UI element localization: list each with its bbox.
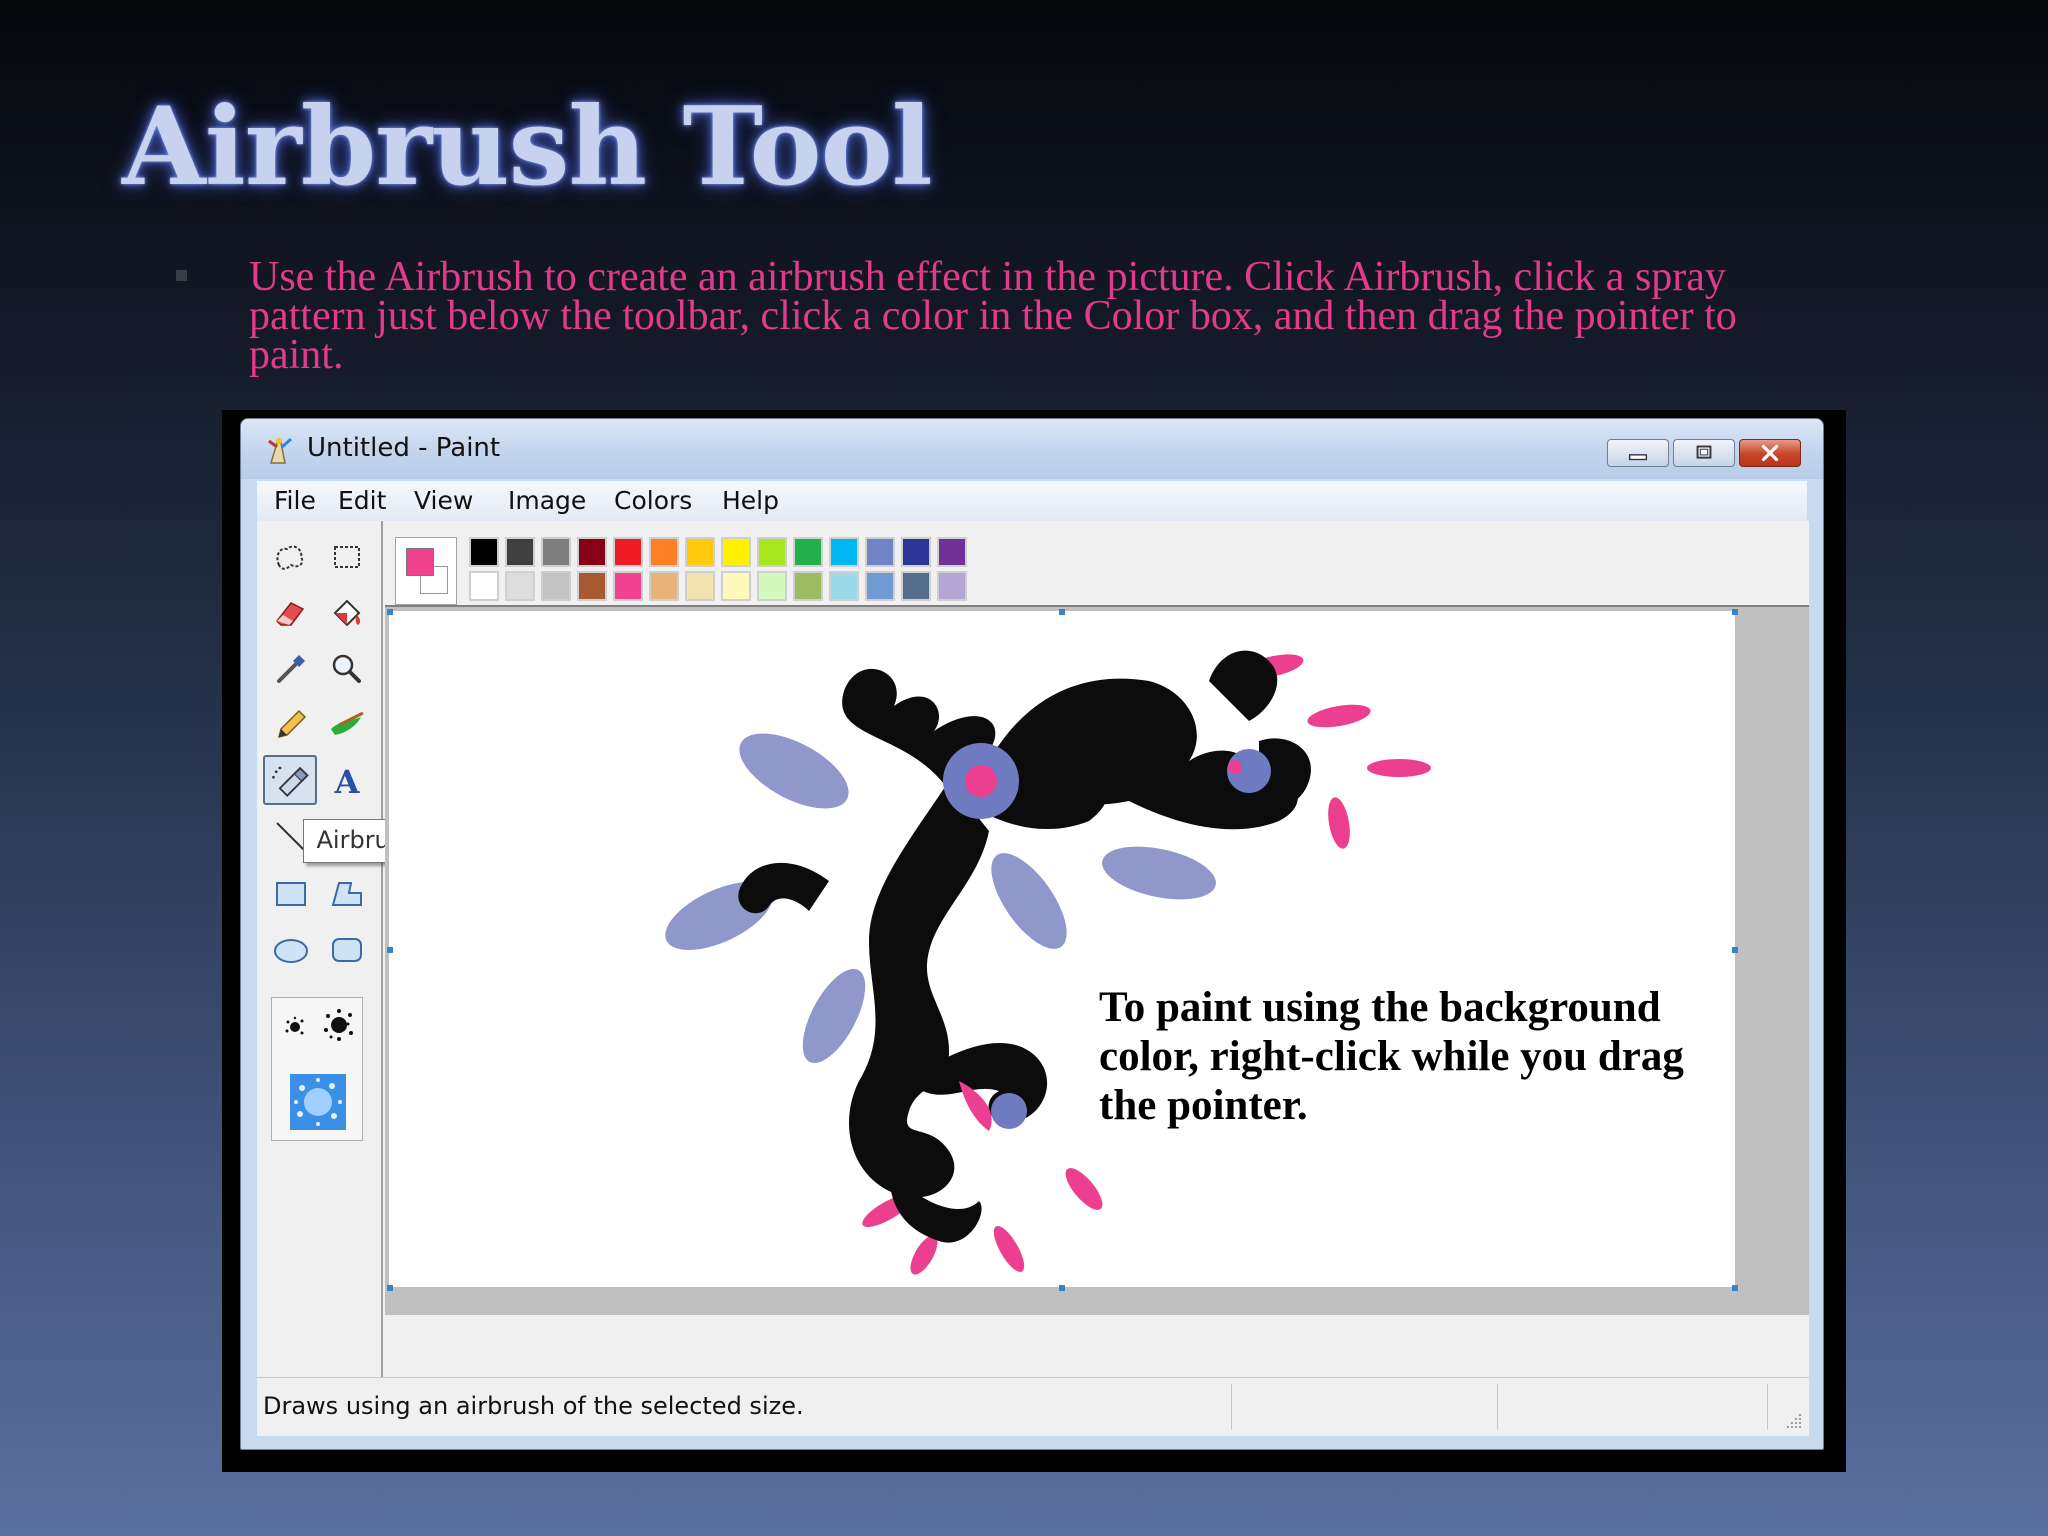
close-button[interactable] <box>1739 439 1801 467</box>
color-swatch[interactable] <box>901 537 931 567</box>
color-box <box>383 521 1809 605</box>
paint-window: Untitled - Paint File Edit View Image Co… <box>240 418 1824 1450</box>
color-swatch[interactable] <box>541 571 571 601</box>
floral-artwork <box>665 650 1431 1275</box>
color-swatch[interactable] <box>613 571 643 601</box>
resize-handle[interactable] <box>387 1285 393 1291</box>
color-swatch[interactable] <box>829 537 859 567</box>
color-swatch[interactable] <box>757 571 787 601</box>
resize-handle[interactable] <box>387 609 393 615</box>
canvas-text: To paint using the background color, rig… <box>1099 984 1684 1129</box>
color-swatch[interactable] <box>577 571 607 601</box>
menu-help[interactable]: Help <box>722 486 779 515</box>
bullet-marker <box>176 270 187 281</box>
spray-small-icon[interactable] <box>282 1014 308 1040</box>
current-colors[interactable] <box>395 537 457 605</box>
resize-handle[interactable] <box>1059 1285 1065 1291</box>
color-swatch[interactable] <box>757 537 787 567</box>
menu-file[interactable]: File <box>274 486 316 515</box>
toolbox: A Airbrush <box>257 521 431 1377</box>
svg-text:A: A <box>334 763 361 801</box>
maximize-button[interactable] <box>1673 439 1735 467</box>
close-icon <box>1761 444 1779 462</box>
color-swatch[interactable] <box>793 537 823 567</box>
color-swatch[interactable] <box>829 571 859 601</box>
status-divider <box>1497 1384 1498 1430</box>
color-swatch[interactable] <box>685 571 715 601</box>
resize-handle[interactable] <box>1732 947 1738 953</box>
color-swatch[interactable] <box>901 571 931 601</box>
color-swatch[interactable] <box>721 537 751 567</box>
color-swatch[interactable] <box>505 537 535 567</box>
color-swatch[interactable] <box>505 571 535 601</box>
color-swatch[interactable] <box>649 571 679 601</box>
airbrush-icon[interactable] <box>263 755 317 805</box>
menu-bar: File Edit View Image Colors Help <box>257 481 1807 521</box>
pick-color-icon[interactable] <box>269 647 313 691</box>
rounded-rectangle-icon[interactable] <box>325 927 369 971</box>
color-swatch[interactable] <box>721 571 751 601</box>
fill-with-color-icon[interactable] <box>325 591 369 635</box>
resize-handle[interactable] <box>1732 1285 1738 1291</box>
resize-handle[interactable] <box>387 947 393 953</box>
magnifier-icon[interactable] <box>325 647 369 691</box>
menu-view[interactable]: View <box>414 486 473 515</box>
pencil-icon[interactable] <box>269 703 313 747</box>
minimize-button[interactable] <box>1607 439 1669 467</box>
status-divider <box>1767 1384 1768 1430</box>
spray-pattern-options <box>271 997 363 1141</box>
spray-medium-icon[interactable] <box>320 1006 358 1044</box>
spray-large-icon[interactable] <box>290 1074 346 1130</box>
color-swatch[interactable] <box>649 537 679 567</box>
ellipse-icon[interactable] <box>269 927 313 971</box>
color-swatch[interactable] <box>685 537 715 567</box>
canvas-area[interactable]: To paint using the background color, rig… <box>385 605 1809 1315</box>
brush-icon[interactable] <box>325 703 369 747</box>
client-area: A Airbrush To paint using the background… <box>257 521 1809 1436</box>
color-swatch[interactable] <box>541 537 571 567</box>
color-swatch[interactable] <box>577 537 607 567</box>
minimize-icon <box>1628 454 1648 461</box>
menu-colors[interactable]: Colors <box>614 486 692 515</box>
status-text: Draws using an airbrush of the selected … <box>263 1392 804 1420</box>
status-bar: Draws using an airbrush of the selected … <box>257 1377 1809 1436</box>
eraser-icon[interactable] <box>269 591 313 635</box>
color-swatch[interactable] <box>469 571 499 601</box>
size-grip-icon[interactable] <box>1785 1412 1803 1430</box>
color-swatch[interactable] <box>937 537 967 567</box>
free-form-select-icon[interactable] <box>269 535 313 579</box>
menu-edit[interactable]: Edit <box>338 486 386 515</box>
menu-image[interactable]: Image <box>508 486 586 515</box>
color-swatch[interactable] <box>865 537 895 567</box>
resize-handle[interactable] <box>1732 609 1738 615</box>
maximize-icon <box>1696 445 1712 459</box>
bullet-text: Use the Airbrush to create an airbrush e… <box>249 254 1737 378</box>
window-title: Untitled - Paint <box>307 433 501 463</box>
color-swatch[interactable] <box>793 571 823 601</box>
rectangle-icon[interactable] <box>269 871 313 915</box>
status-divider <box>1231 1384 1232 1430</box>
color-swatch[interactable] <box>613 537 643 567</box>
title-bar[interactable]: Untitled - Paint <box>241 419 1823 479</box>
color-swatch[interactable] <box>937 571 967 601</box>
text-icon[interactable]: A <box>325 759 369 803</box>
color-swatch[interactable] <box>865 571 895 601</box>
foreground-color-swatch <box>406 548 434 576</box>
color-swatch[interactable] <box>469 537 499 567</box>
resize-handle[interactable] <box>1059 609 1065 615</box>
polygon-icon[interactable] <box>325 871 369 915</box>
paint-app-icon <box>265 435 295 465</box>
drawing-canvas[interactable]: To paint using the background color, rig… <box>389 611 1735 1287</box>
slide-title: Airbrush Tool <box>122 84 933 210</box>
select-icon[interactable] <box>325 535 369 579</box>
